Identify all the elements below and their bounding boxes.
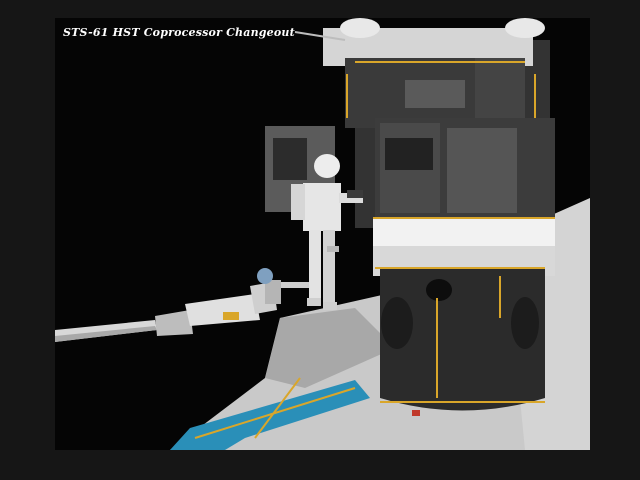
photo-frame: STS-61 HST Coprocessor Changeout (0, 0, 640, 480)
aft-port-left (381, 297, 413, 349)
hst-scene (55, 18, 590, 450)
aft-port-right (511, 297, 539, 349)
robot-arm (55, 268, 311, 342)
scene-caption: STS-61 HST Coprocessor Changeout (63, 26, 295, 39)
render-screen: STS-61 HST Coprocessor Changeout (55, 18, 590, 450)
aft-port-center (426, 279, 452, 301)
